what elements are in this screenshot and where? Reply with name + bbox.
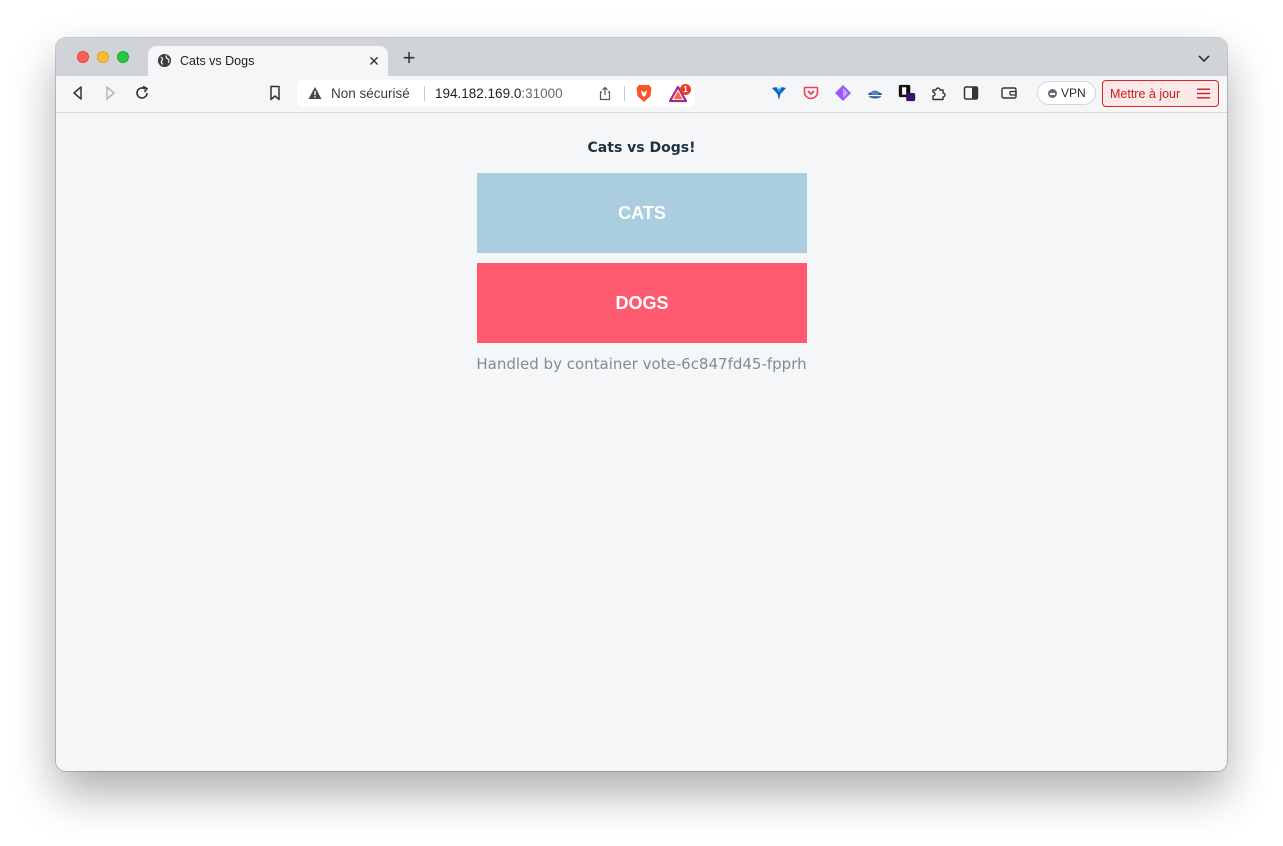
container-info: Handled by container vote-6c847fd45-fppr…: [476, 355, 807, 373]
puzzle-icon[interactable]: [930, 84, 948, 102]
notion-extension-icon[interactable]: [898, 84, 916, 102]
tab-close-icon[interactable]: ✕: [366, 53, 382, 69]
minimize-window-button[interactable]: [97, 51, 109, 63]
diamond-extension-icon[interactable]: [834, 84, 852, 102]
menu-icon: [1197, 88, 1210, 99]
tab-title: Cats vs Dogs: [180, 54, 255, 68]
vpn-label: VPN: [1061, 86, 1086, 100]
url-port: :31000: [521, 86, 563, 101]
globe-icon: [157, 53, 172, 68]
forward-icon[interactable]: [101, 84, 119, 102]
tab-bar: Cats vs Dogs ✕ +: [56, 38, 1227, 76]
sidebar-icon[interactable]: [962, 84, 980, 102]
vpn-status-icon: [1048, 89, 1057, 98]
cloud-extension-icon[interactable]: [866, 84, 884, 102]
url-host: 194.182.169.0: [435, 86, 522, 101]
vote-cats-button[interactable]: CATS: [477, 173, 807, 253]
back-icon[interactable]: [69, 84, 87, 102]
url-divider: [424, 86, 425, 101]
lumen-icon[interactable]: [770, 84, 788, 102]
rewards-badge: 1: [680, 84, 691, 95]
tab-active[interactable]: Cats vs Dogs ✕: [148, 46, 388, 76]
navigation-toolbar: Non sécurisé 194.182.169.0:31000 1 VPN M…: [56, 76, 1227, 113]
brave-shields-icon[interactable]: [635, 84, 653, 103]
warning-icon: [308, 87, 322, 99]
chevron-down-icon[interactable]: [1197, 51, 1211, 65]
new-tab-button[interactable]: +: [400, 47, 418, 69]
vpn-button[interactable]: VPN: [1037, 81, 1096, 105]
browser-window: Cats vs Dogs ✕ + Non sécurisé 194.182.16…: [56, 38, 1227, 771]
address-bar[interactable]: Non sécurisé 194.182.169.0:31000 1: [297, 80, 695, 107]
bookmark-icon[interactable]: [266, 84, 284, 102]
update-label: Mettre à jour: [1110, 87, 1181, 101]
security-status[interactable]: Non sécurisé: [331, 86, 410, 101]
url-text[interactable]: 194.182.169.0:31000: [435, 86, 563, 101]
zoom-window-button[interactable]: [117, 51, 129, 63]
url-divider-2: [624, 86, 625, 101]
close-window-button[interactable]: [77, 51, 89, 63]
vote-dogs-button[interactable]: DOGS: [477, 263, 807, 343]
page-title: Cats vs Dogs!: [587, 140, 696, 156]
page-content: Cats vs Dogs! CATS DOGS Handled by conta…: [56, 113, 1227, 771]
wallet-icon[interactable]: [1000, 84, 1018, 102]
pocket-icon[interactable]: [802, 84, 820, 102]
reload-icon[interactable]: [133, 84, 151, 102]
update-button[interactable]: Mettre à jour: [1102, 80, 1219, 107]
share-icon[interactable]: [598, 86, 612, 101]
